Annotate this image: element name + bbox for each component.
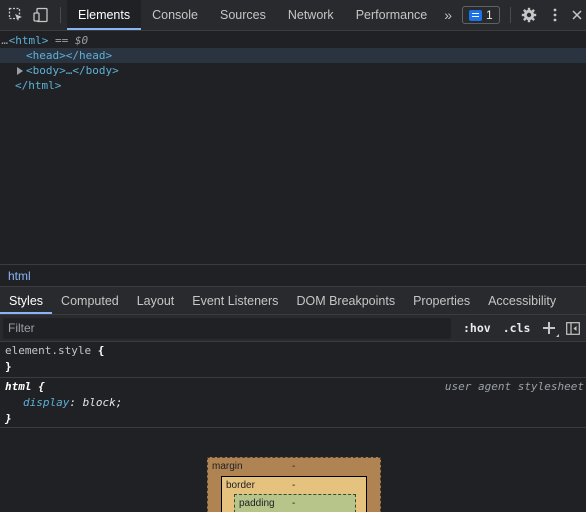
padding-value[interactable]: - [292,498,295,509]
dom-node-html[interactable]: …<html> == $0 [0,33,586,48]
tab-console[interactable]: Console [141,0,209,30]
rule-close-brace: } [5,412,12,425]
html-close-tag: </html> [15,79,62,92]
devtools-toolbar: Elements Console Sources Network Perform… [0,0,586,31]
head-tag: <head></head> [26,49,113,62]
device-toolbar-icon[interactable] [29,0,55,30]
tab-computed[interactable]: Computed [52,287,128,314]
more-options-icon[interactable] [542,0,568,30]
dom-node-html-close[interactable]: </html> [0,78,586,93]
tab-performance[interactable]: Performance [345,0,439,30]
toggle-sidebar-icon[interactable] [566,321,581,335]
css-colon: : [69,396,83,409]
css-property-name[interactable]: display [23,396,69,409]
element-style-rule: element.style { } [0,342,586,378]
settings-gear-icon[interactable] [517,0,543,30]
border-label: border [226,480,255,491]
toolbar-separator [60,7,61,23]
html-selector: html [5,380,32,393]
padding-label: padding [239,498,275,509]
tab-styles[interactable]: Styles [0,287,53,314]
dom-node-head[interactable]: <head></head> [0,48,586,63]
issues-count: 1 [486,8,493,22]
body-tag: <body>…</body> [26,64,119,77]
styles-filter-bar: :hov .cls [0,315,586,342]
stylesheet-source[interactable]: user agent stylesheet [445,379,584,395]
html-open-tag: <html> [8,34,49,47]
issues-badge[interactable]: 1 [462,6,500,24]
dom-ellipsis: … [2,34,9,47]
rule-open-brace: { [97,344,105,357]
css-property-value[interactable]: block; [83,396,123,409]
new-style-rule-icon[interactable] [542,321,560,337]
box-model-border[interactable]: border - padding - [221,476,367,512]
dom-node-body[interactable]: <body>…</body> [0,63,586,78]
tab-sources[interactable]: Sources [209,0,277,30]
tab-accessibility[interactable]: Accessibility [479,287,565,314]
margin-label: margin [212,461,243,472]
rule-close-brace: } [5,360,12,373]
toolbar-separator [509,7,511,23]
rule-open-brace: { [38,380,45,393]
tab-dom-breakpoints[interactable]: DOM Breakpoints [287,287,404,314]
hover-state-button[interactable]: :hov [463,321,491,335]
more-tabs-button[interactable]: » [438,0,458,30]
tab-event-listeners[interactable]: Event Listeners [183,287,287,314]
tab-layout[interactable]: Layout [128,287,184,314]
tab-network[interactable]: Network [277,0,345,30]
margin-value[interactable]: - [292,461,295,472]
selected-marker: == $0 [48,34,89,47]
box-model-margin[interactable]: margin - border - padding - [207,457,381,512]
tab-elements[interactable]: Elements [67,0,142,30]
sidebar-tabs: Styles Computed Layout Event Listeners D… [0,287,586,315]
filter-input[interactable] [3,317,451,339]
class-toggle-button[interactable]: .cls [503,321,531,335]
inspect-element-icon[interactable] [3,0,29,30]
breadcrumb: html [0,264,586,287]
issues-icon [469,9,483,21]
breadcrumb-item-html[interactable]: html [8,269,31,283]
expand-triangle-icon[interactable] [17,67,23,75]
border-value[interactable]: - [292,480,295,491]
box-model-padding[interactable]: padding - [234,494,356,512]
tab-properties[interactable]: Properties [404,287,479,314]
close-icon[interactable] [568,0,586,30]
html-style-rule: html { user agent stylesheet display: bl… [0,378,586,428]
dom-tree: …<html> == $0 <head></head> <body>…</bod… [0,31,586,264]
element-style-selector: element.style [5,344,92,357]
